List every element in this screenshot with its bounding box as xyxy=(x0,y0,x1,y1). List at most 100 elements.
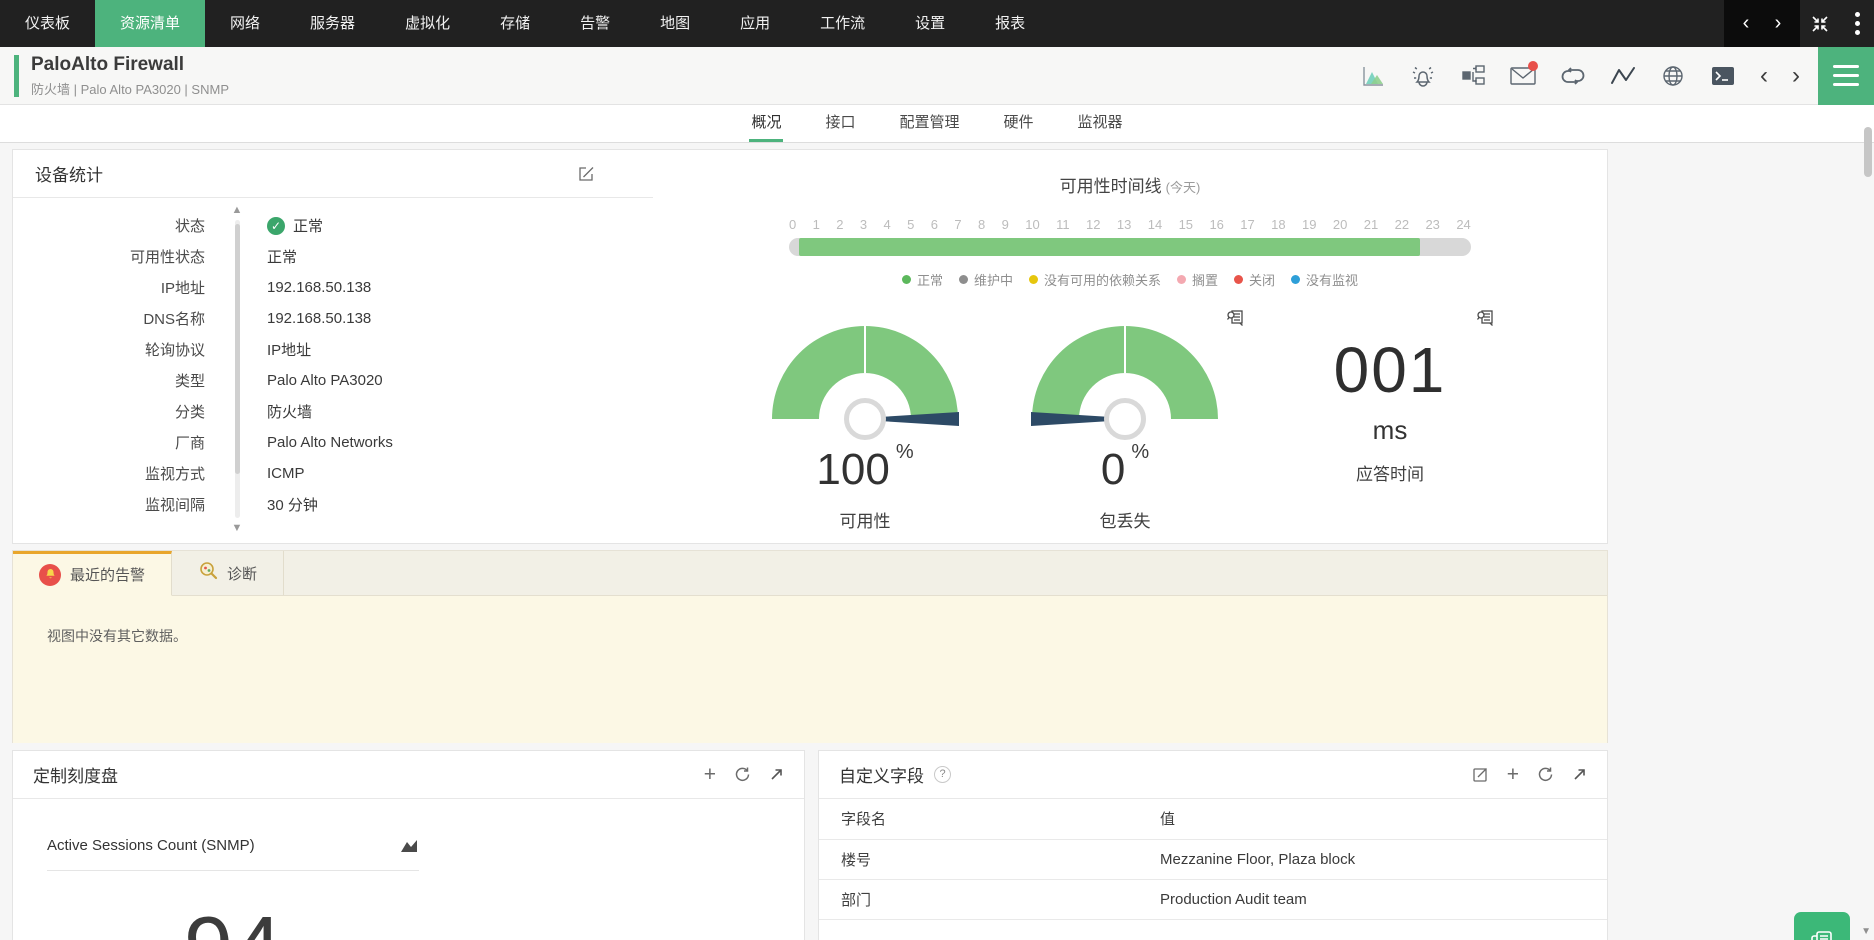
terminal-icon[interactable] xyxy=(1710,63,1736,89)
main-content: 设备统计 状态 ✓ 正常 xyxy=(0,143,1874,940)
pulse-graph-icon[interactable] xyxy=(1610,63,1636,89)
status-ok-icon: ✓ xyxy=(267,217,285,235)
nav-item-reports[interactable]: 报表 xyxy=(970,0,1050,47)
report-icon[interactable] xyxy=(1476,309,1494,332)
tab-config-mgmt[interactable]: 配置管理 xyxy=(897,105,961,142)
collapse-fullscreen-icon[interactable] xyxy=(1800,0,1840,47)
nav-item-dashboard[interactable]: 仪表板 xyxy=(0,0,95,47)
stat-row: DNS名称 192.168.50.138 xyxy=(13,303,653,334)
tab-interfaces[interactable]: 接口 xyxy=(823,105,857,142)
edit-device-icon[interactable] xyxy=(578,165,595,182)
scroll-down-icon[interactable]: ▼ xyxy=(229,522,245,534)
page-scroll-down-icon[interactable]: ▼ xyxy=(1861,926,1871,937)
nav-item-virtualization[interactable]: 虚拟化 xyxy=(380,0,475,47)
gauge-hub xyxy=(844,398,886,440)
device-stats-list: 状态 ✓ 正常 可用性状态 正常 IP地址 192.168.50.138 xyxy=(13,198,653,520)
device-next-icon[interactable]: › xyxy=(1792,63,1800,89)
timeline-tick: 19 xyxy=(1302,217,1316,232)
nav-item-workflow[interactable]: 工作流 xyxy=(795,0,890,47)
scroll-thumb[interactable] xyxy=(235,224,240,474)
timeline-tick: 21 xyxy=(1364,217,1378,232)
legend-dot xyxy=(1029,275,1038,284)
alerts-card: 最近的告警 诊断 视图中没有其它数据。 xyxy=(12,550,1608,743)
table-row[interactable]: 部门 Production Audit team xyxy=(819,879,1607,919)
tab-diagnostics[interactable]: 诊断 xyxy=(172,551,284,595)
timeline-bar-fill xyxy=(799,238,1420,256)
timeline-tick: 22 xyxy=(1395,217,1409,232)
nav-next-icon[interactable]: › xyxy=(1762,0,1794,47)
timeline-tick: 12 xyxy=(1086,217,1100,232)
timeline-legend: 正常 维护中 没有可用的依赖关系 搁置 关闭 没有监视 xyxy=(653,270,1607,289)
col-field-name: 字段名 xyxy=(819,799,1160,839)
nav-item-inventory[interactable]: 资源清单 xyxy=(95,0,205,47)
timeline-tick: 2 xyxy=(836,217,843,232)
edit-fields-icon[interactable] xyxy=(1472,766,1489,783)
custom-fields-card: 自定义字段 ? + xyxy=(818,750,1608,940)
table-row[interactable]: 楼号 Mezzanine Floor, Plaza block xyxy=(819,839,1607,879)
help-icon[interactable]: ? xyxy=(934,766,951,783)
add-field-icon[interactable]: + xyxy=(1507,767,1519,783)
col-field-value: 值 xyxy=(1160,799,1607,839)
add-dial-icon[interactable]: + xyxy=(704,767,716,783)
nav-item-maps[interactable]: 地图 xyxy=(635,0,715,47)
timeline-tick: 9 xyxy=(1002,217,1009,232)
nav-item-network[interactable]: 网络 xyxy=(205,0,285,47)
custom-dial-card: 定制刻度盘 + Active Sessions xyxy=(12,750,805,940)
workflow-icon[interactable] xyxy=(1460,63,1486,89)
tab-recent-alarms[interactable]: 最近的告警 xyxy=(13,551,172,596)
tab-overview[interactable]: 概况 xyxy=(749,105,783,142)
stats-scrollbar[interactable]: ▲ ▼ xyxy=(229,204,245,534)
scroll-up-icon[interactable]: ▲ xyxy=(229,204,245,216)
tab-monitors[interactable]: 监视器 xyxy=(1076,105,1125,142)
nav-item-apps[interactable]: 应用 xyxy=(715,0,795,47)
timeline-tick: 20 xyxy=(1333,217,1347,232)
response-time-widget: 001 ms 应答时间 xyxy=(1280,315,1500,485)
dial-metric-name: Active Sessions Count (SNMP) xyxy=(47,837,255,854)
legend-item: 维护中 xyxy=(959,270,1013,289)
stat-row: 监视方式 ICMP xyxy=(13,458,653,489)
legend-dot xyxy=(1177,275,1186,284)
alarm-bell-icon[interactable] xyxy=(1410,63,1436,89)
nav-item-settings[interactable]: 设置 xyxy=(890,0,970,47)
performance-chart-icon[interactable] xyxy=(1360,63,1386,89)
legend-item: 没有监视 xyxy=(1291,270,1358,289)
availability-title: 可用性时间线(今天) xyxy=(653,172,1607,197)
dependency-link-icon[interactable] xyxy=(1560,63,1586,89)
dial-metric-row[interactable]: Active Sessions Count (SNMP) xyxy=(47,837,419,854)
timeline-tick: 16 xyxy=(1209,217,1223,232)
stat-row: 状态 ✓ 正常 xyxy=(13,210,653,241)
timeline-tick: 17 xyxy=(1240,217,1254,232)
nav-item-storage[interactable]: 存储 xyxy=(475,0,555,47)
device-toolbar: ‹ › xyxy=(1360,63,1800,89)
table-header-row: 字段名 值 xyxy=(819,799,1607,839)
menu-button[interactable] xyxy=(1818,47,1874,105)
legend-item: 搁置 xyxy=(1177,270,1218,289)
more-menu-icon[interactable] xyxy=(1840,0,1874,47)
nav-prev-icon[interactable]: ‹ xyxy=(1730,0,1762,47)
refresh-icon[interactable] xyxy=(1537,766,1554,783)
globe-icon[interactable] xyxy=(1660,63,1686,89)
nav-item-alarms[interactable]: 告警 xyxy=(555,0,635,47)
gauges-row: 100% 可用性 xyxy=(653,315,1607,532)
availability-timeline[interactable] xyxy=(789,238,1471,256)
page-scrollbar-thumb[interactable] xyxy=(1864,127,1872,177)
chat-support-button[interactable] xyxy=(1794,912,1850,940)
expand-icon[interactable] xyxy=(769,767,784,782)
timeline-tick: 23 xyxy=(1425,217,1439,232)
custom-fields-title: 自定义字段 xyxy=(839,762,924,787)
tab-hardware[interactable]: 硬件 xyxy=(1002,105,1036,142)
mail-icon[interactable] xyxy=(1510,63,1536,89)
legend-item: 正常 xyxy=(902,270,943,289)
mail-unread-dot xyxy=(1528,61,1538,71)
packet-loss-value: 0% xyxy=(1020,441,1230,495)
timeline-tick: 24 xyxy=(1456,217,1470,232)
expand-icon[interactable] xyxy=(1572,767,1587,782)
timeline-tick: 15 xyxy=(1179,217,1193,232)
device-prev-icon[interactable]: ‹ xyxy=(1760,63,1768,89)
response-time-value: 001 xyxy=(1280,333,1500,407)
availability-label: 可用性 xyxy=(760,507,970,532)
availability-panel: 可用性时间线(今天) 01234567891011121314151617181… xyxy=(653,150,1607,543)
refresh-icon[interactable] xyxy=(734,766,751,783)
nav-item-servers[interactable]: 服务器 xyxy=(285,0,380,47)
dial-divider xyxy=(47,870,419,871)
